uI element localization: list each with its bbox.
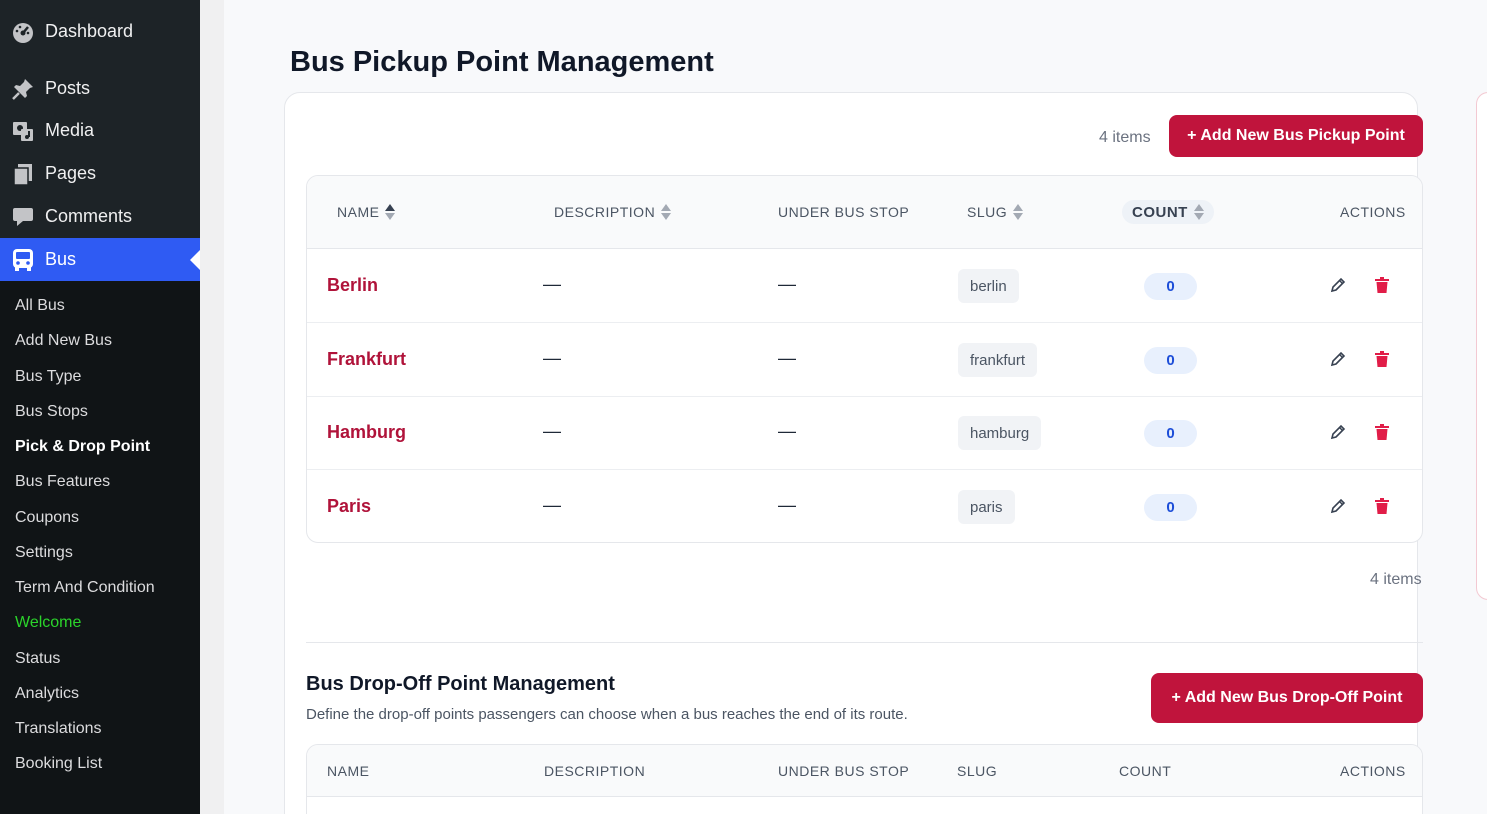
- sort-icon: [1013, 203, 1024, 221]
- column-description[interactable]: DESCRIPTION: [554, 203, 672, 221]
- items-count-bottom: 4 items: [1370, 571, 1422, 588]
- row-under-bus-stop: —: [778, 274, 796, 294]
- column-slug[interactable]: SLUG: [967, 203, 1024, 221]
- submenu-analytics[interactable]: Analytics: [15, 685, 79, 703]
- row-description: —: [543, 274, 561, 294]
- menu-bus[interactable]: Bus: [0, 238, 200, 281]
- row-count: 0: [1144, 273, 1197, 300]
- pin-icon: [10, 76, 36, 102]
- submenu-bus-type[interactable]: Bus Type: [15, 368, 81, 386]
- pickup-table: NAME DESCRIPTION UNDER BUS STOP SLUG COU…: [306, 175, 1423, 543]
- dashboard-icon: [10, 19, 36, 45]
- table-row: Hamburg — — hamburg 0: [307, 396, 1422, 470]
- column-actions: ACTIONS: [1340, 763, 1406, 779]
- items-count-top: 4 items: [1099, 129, 1151, 146]
- menu-media[interactable]: Media: [0, 109, 200, 152]
- row-description: —: [543, 421, 561, 441]
- edit-icon[interactable]: [1329, 423, 1347, 441]
- row-slug: hamburg: [958, 416, 1042, 450]
- pages-icon: [10, 161, 36, 187]
- comment-icon: [10, 204, 36, 230]
- dropoff-section-description: Define the drop-off points passengers ca…: [306, 706, 908, 723]
- trash-icon[interactable]: [1373, 276, 1391, 294]
- menu-posts[interactable]: Posts: [0, 67, 200, 110]
- row-under-bus-stop: —: [778, 421, 796, 441]
- submenu-settings[interactable]: Settings: [15, 544, 73, 562]
- trash-icon[interactable]: [1373, 350, 1391, 368]
- sort-icon: [1193, 203, 1204, 221]
- submenu-add-new-bus[interactable]: Add New Bus: [15, 332, 112, 350]
- row-count: 0: [1144, 494, 1197, 521]
- table-header: NAME DESCRIPTION UNDER BUS STOP SLUG COU…: [307, 745, 1422, 797]
- edit-icon[interactable]: [1329, 497, 1347, 515]
- row-count: 0: [1144, 420, 1197, 447]
- row-name-link[interactable]: Frankfurt: [327, 349, 406, 370]
- row-name-link[interactable]: Hamburg: [327, 422, 406, 443]
- row-name-link[interactable]: Paris: [327, 496, 371, 517]
- submenu-bus-features[interactable]: Bus Features: [15, 473, 110, 491]
- menu-pages[interactable]: Pages: [0, 152, 200, 195]
- row-slug: paris: [958, 490, 1015, 524]
- row-count: 0: [1144, 347, 1197, 374]
- column-under-bus-stop: UNDER BUS STOP: [778, 763, 910, 779]
- row-slug: berlin: [958, 269, 1019, 303]
- dropoff-table: NAME DESCRIPTION UNDER BUS STOP SLUG COU…: [306, 744, 1423, 814]
- submenu-welcome[interactable]: Welcome: [15, 614, 81, 632]
- column-count[interactable]: COUNT: [1119, 763, 1171, 779]
- submenu-booking-list[interactable]: Booking List: [15, 755, 102, 773]
- menu-label: Comments: [45, 206, 133, 226]
- bus-icon: [10, 247, 36, 273]
- table-row: Frankfurt — — frankfurt 0: [307, 323, 1422, 397]
- menu-label: Dashboard: [45, 21, 134, 41]
- side-panel-edge: [1476, 92, 1487, 600]
- bus-submenu: All Bus Add New Bus Bus Type Bus Stops P…: [0, 281, 200, 814]
- submenu-pick-drop-point[interactable]: Pick & Drop Point: [15, 438, 150, 456]
- media-icon: [10, 118, 36, 144]
- edit-icon[interactable]: [1329, 350, 1347, 368]
- menu-dashboard[interactable]: Dashboard: [0, 10, 200, 53]
- row-description: —: [543, 495, 561, 515]
- row-slug: frankfurt: [958, 343, 1038, 377]
- row-name-link[interactable]: Berlin: [327, 275, 378, 296]
- section-divider: [306, 642, 1423, 643]
- dropoff-section-title: Bus Drop-Off Point Management: [306, 673, 615, 695]
- add-pickup-point-button[interactable]: + Add New Bus Pickup Point: [1169, 115, 1423, 157]
- row-under-bus-stop: —: [778, 348, 796, 368]
- menu-label: Bus: [45, 249, 77, 269]
- sort-icon: [661, 203, 672, 221]
- column-name[interactable]: NAME: [337, 203, 396, 221]
- column-under-bus-stop: UNDER BUS STOP: [778, 204, 910, 220]
- page-title: Bus Pickup Point Management: [290, 46, 714, 78]
- menu-label: Pages: [45, 163, 97, 183]
- row-description: —: [543, 348, 561, 368]
- admin-sidebar: Dashboard Posts Media Pages Comments Bus…: [0, 0, 200, 814]
- submenu-all-bus[interactable]: All Bus: [15, 297, 65, 315]
- column-actions: ACTIONS: [1340, 204, 1406, 220]
- submenu-status[interactable]: Status: [15, 650, 60, 668]
- add-dropoff-point-button[interactable]: + Add New Bus Drop-Off Point: [1151, 673, 1423, 723]
- column-description[interactable]: DESCRIPTION: [544, 763, 645, 779]
- column-count[interactable]: COUNT: [1122, 200, 1214, 224]
- table-row: Berlin — — berlin 0: [307, 249, 1422, 323]
- menu-comments[interactable]: Comments: [0, 195, 200, 238]
- row-under-bus-stop: —: [778, 495, 796, 515]
- submenu-translations[interactable]: Translations: [15, 720, 102, 738]
- column-slug[interactable]: SLUG: [957, 763, 997, 779]
- trash-icon[interactable]: [1373, 497, 1391, 515]
- menu-label: Media: [45, 120, 95, 140]
- submenu-bus-stops[interactable]: Bus Stops: [15, 403, 88, 421]
- submenu-term-and-condition[interactable]: Term And Condition: [15, 579, 155, 597]
- table-header: NAME DESCRIPTION UNDER BUS STOP SLUG COU…: [307, 176, 1422, 249]
- table-row: Paris — — paris 0: [307, 470, 1422, 542]
- trash-icon[interactable]: [1373, 423, 1391, 441]
- column-name[interactable]: NAME: [327, 763, 369, 779]
- submenu-coupons[interactable]: Coupons: [15, 509, 79, 527]
- menu-label: Posts: [45, 78, 91, 98]
- sort-icon: [385, 203, 396, 221]
- edit-icon[interactable]: [1329, 276, 1347, 294]
